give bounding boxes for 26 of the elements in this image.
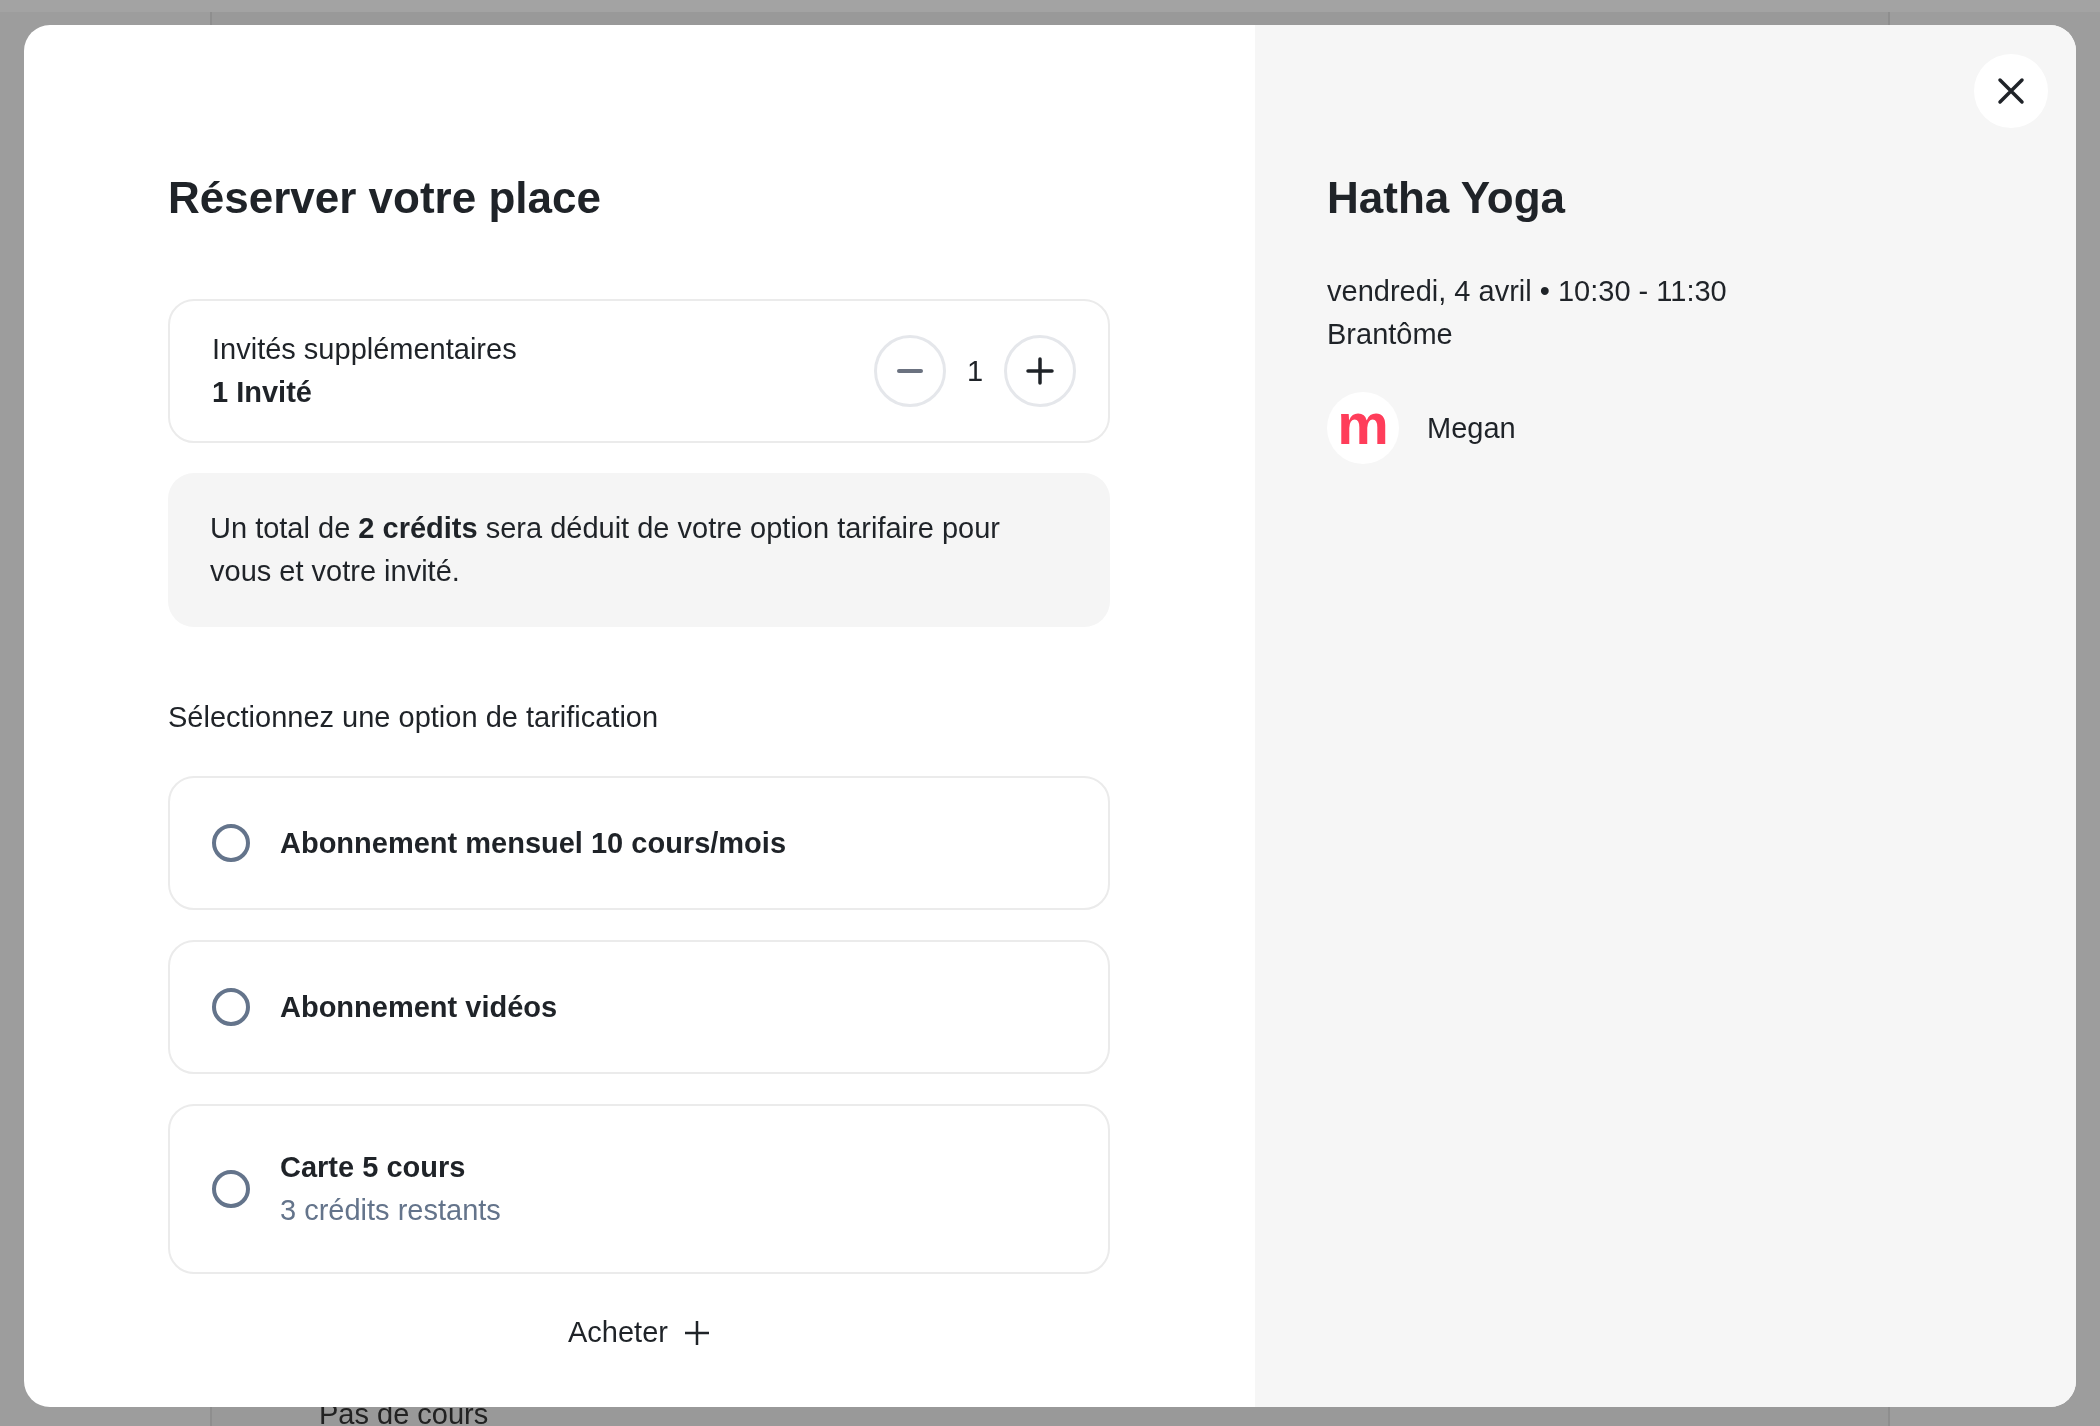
radio-button[interactable]	[212, 988, 250, 1026]
credits-notice: Un total de 2 crédits sera déduit de votre option tarifaire pour vous et votre invité.	[168, 473, 1110, 627]
pricing-option[interactable]: Abonnement vidéos	[168, 940, 1110, 1074]
class-location: Brantôme	[1327, 317, 1454, 352]
plus-icon	[1026, 357, 1054, 385]
option-name: Abonnement vidéos	[280, 989, 558, 1025]
option-name: Carte 5 cours	[280, 1150, 467, 1185]
guests-label: Invités supplémentaires	[212, 332, 517, 367]
plus-icon	[683, 1319, 710, 1346]
pricing-option[interactable]: Carte 5 cours 3 crédits restants	[168, 1104, 1110, 1274]
close-icon	[1997, 77, 2025, 105]
option-name: Abonnement mensuel 10 cours/mois	[280, 825, 786, 861]
class-schedule: vendredi, 4 avril • 10:30 - 11:30	[1327, 274, 1728, 309]
class-title: Hatha Yoga	[1327, 172, 1567, 224]
guest-count: 1 Invité	[212, 375, 313, 410]
teacher-avatar: m	[1327, 392, 1399, 464]
guest-value: 1	[965, 354, 985, 388]
minus-icon	[897, 369, 923, 373]
dialog-title: Réserver votre place	[168, 172, 602, 224]
buy-button[interactable]: Acheter	[560, 1312, 718, 1353]
radio-button[interactable]	[212, 1170, 250, 1208]
teacher-name: Megan	[1427, 410, 1516, 446]
pricing-option[interactable]: Abonnement mensuel 10 cours/mois	[168, 776, 1110, 910]
pricing-label: Sélectionnez une option de tarification	[168, 700, 660, 735]
credits-remaining: 3 crédits restants	[280, 1193, 501, 1228]
radio-button[interactable]	[212, 824, 250, 862]
